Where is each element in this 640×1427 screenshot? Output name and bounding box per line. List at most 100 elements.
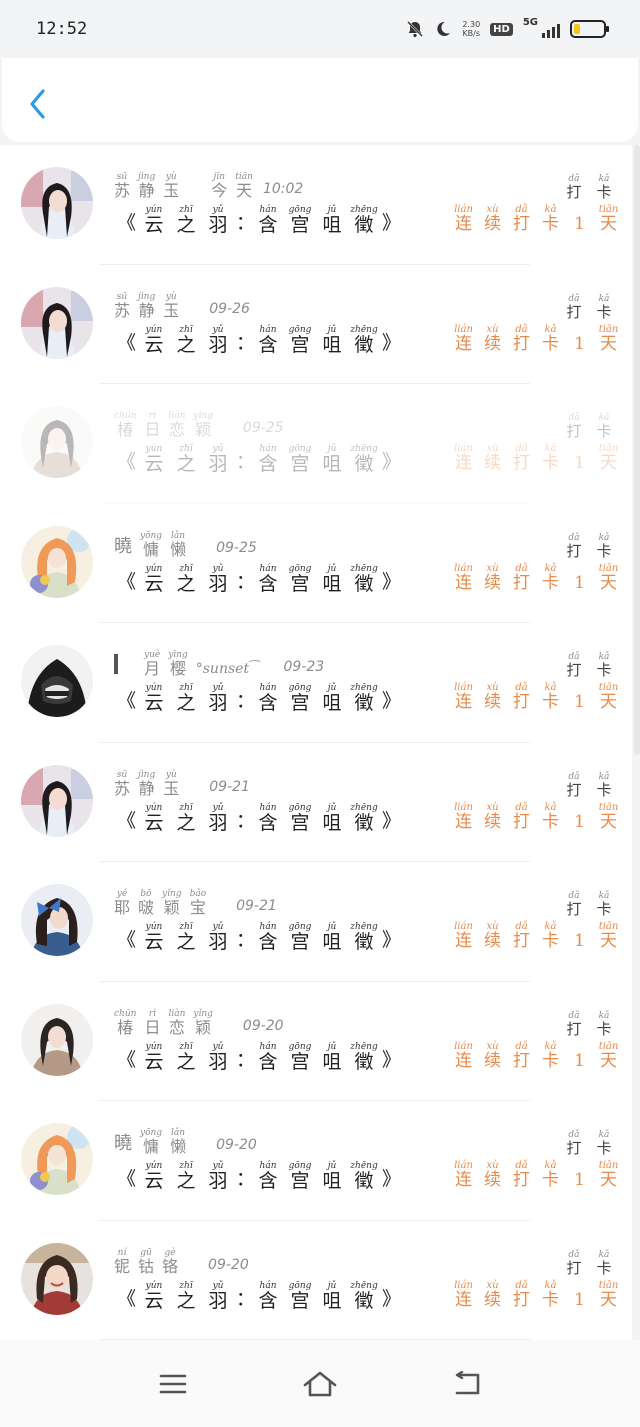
punch-button[interactable]: dǎ 打 kǎ 卡 — [564, 653, 614, 678]
title-char: yún 云 — [140, 803, 168, 833]
checkin-list[interactable]: sū 苏 jìng 静 yù 玉 jīn 今 tiān 天 10:02 《 yún 云 zhī 之 yǔ 羽： há… — [0, 145, 632, 1340]
hanzi: 之 — [176, 692, 196, 714]
title-colon: ： — [236, 570, 256, 593]
pinyin — [578, 325, 581, 335]
streak-label: lián 连 xù 续 dǎ 打 kǎ 卡 1 tiān 天 — [452, 324, 620, 353]
streak-label: lián 连 xù 续 dǎ 打 kǎ 卡 1 tiān 天 — [452, 1279, 620, 1310]
list-item[interactable]: chūn 椿 rì 日 liàn 恋 yǐng 颖 09-25 《 yún 云 zhī 之 yǔ 羽： hán 含… — [0, 384, 632, 504]
title-char: hán 含 — [254, 445, 282, 474]
list-item[interactable]: yuè 月 yīng 樱 °sunset ͡ 09-23 《 yún 云 zhī 之 yǔ 羽： hán 含… — [0, 623, 632, 743]
punch-button[interactable]: dǎ 打 kǎ 卡 — [564, 533, 614, 559]
pinyin: lián — [454, 562, 473, 574]
hanzi: 含 — [258, 1289, 278, 1312]
name-suffix: °sunset ͡ — [195, 661, 254, 677]
list-item[interactable]: 曉 yōng 慵 lǎn 懒 09-25 《 yún 云 zhī 之 yǔ 羽： hán 含 gōng 宫 jǔ 咀… — [0, 504, 632, 623]
streak-char: tiān 天 — [597, 1280, 620, 1309]
title-bracket-open: 《 — [117, 1168, 137, 1190]
title-char: hán 含 — [254, 803, 282, 833]
avatar[interactable] — [21, 764, 93, 837]
punch-button[interactable]: dǎ 打 kǎ 卡 — [564, 1011, 614, 1037]
punch-button[interactable]: dǎ 打 kǎ 卡 — [564, 294, 614, 320]
hanzi: 打 — [566, 1258, 582, 1277]
punch-button[interactable]: dǎ 打 kǎ 卡 — [564, 892, 614, 917]
title-char: yǔ 羽 — [204, 1042, 232, 1072]
streak-char: 1 — [568, 683, 591, 711]
hanzi: 打 — [513, 1050, 530, 1071]
hanzi: 含 — [258, 1170, 278, 1192]
home-icon[interactable] — [290, 1359, 350, 1409]
name-char: yǐng 颖 — [193, 412, 213, 438]
avatar[interactable] — [21, 1003, 93, 1076]
hanzi: 之 — [176, 453, 196, 475]
hanzi: 懒 — [170, 539, 187, 559]
punch-button[interactable]: dǎ 打 kǎ 卡 — [564, 772, 614, 798]
hanzi: 打 — [513, 1289, 530, 1310]
hanzi: 苏 — [114, 181, 131, 200]
streak-char: xù 续 — [481, 444, 504, 472]
post-time: 09-25 — [242, 420, 284, 436]
title-char: gōng 宫 — [286, 325, 314, 355]
avatar[interactable] — [21, 645, 93, 717]
avatar[interactable] — [21, 1242, 93, 1315]
pinyin: tiān — [598, 801, 619, 813]
list-item[interactable]: ní 铌 gū 钴 gè 铬 09-20 《 yún 云 zhī 之 yǔ 羽： hán 含 gōng 宫 jǔ 咀 z… — [0, 1221, 632, 1340]
post-time: 09-20 — [242, 1017, 284, 1034]
avatar[interactable] — [21, 525, 93, 598]
hanzi: 续 — [484, 931, 501, 951]
hanzi: 卡 — [596, 661, 612, 679]
title-bracket-close: 》 — [382, 1168, 402, 1190]
avatar[interactable] — [21, 406, 93, 478]
hanzi: 羽 — [208, 931, 228, 953]
hanzi: 续 — [484, 453, 501, 473]
status-icons: 2.30 KB/s HD 5G — [406, 17, 609, 38]
name-char: yù 玉 — [163, 173, 179, 199]
hanzi: 咀 — [322, 931, 342, 953]
hanzi: 云 — [144, 1289, 164, 1312]
list-item[interactable]: yé 耶 bō 啵 yǐng 颖 bǎo 宝 09-21 《 yún 云 zhī 之 yǔ 羽： hán 含 gōn… — [0, 862, 632, 982]
hanzi: 羽 — [208, 333, 228, 356]
hanzi: 之 — [176, 214, 196, 236]
hanzi: 打 — [513, 931, 530, 951]
streak-label: lián 连 xù 续 dǎ 打 kǎ 卡 1 tiān 天 — [452, 205, 620, 233]
hanzi: 徵 — [354, 214, 374, 236]
punch-char: kǎ 卡 — [594, 414, 614, 439]
avatar[interactable] — [21, 1123, 93, 1195]
streak-char: xù 续 — [481, 563, 504, 592]
avatar[interactable] — [21, 286, 93, 359]
list-item[interactable]: chūn 椿 rì 日 liàn 恋 yǐng 颖 09-20 《 yún 云 zhī 之 yǔ 羽： hán 含… — [0, 982, 632, 1101]
title-char: jǔ 咀 — [318, 564, 346, 594]
punch-button[interactable]: dǎ 打 kǎ 卡 — [564, 414, 614, 439]
pinyin: xù — [486, 1279, 499, 1291]
punch-button[interactable]: dǎ 打 kǎ 卡 — [564, 1250, 614, 1277]
title-char: yǔ 羽 — [204, 1281, 232, 1311]
list-item[interactable]: 曉 yōng 慵 lǎn 懒 09-20 《 yún 云 zhī 之 yǔ 羽： hán 含 gōng 宫 jǔ 咀… — [0, 1101, 632, 1221]
title-char: zhī 之 — [172, 445, 200, 474]
punch-button[interactable]: dǎ 打 kǎ 卡 — [564, 1131, 614, 1156]
hanzi: 打 — [566, 422, 582, 440]
streak-char: tiān 天 — [597, 683, 620, 711]
streak-char: lián 连 — [452, 444, 475, 472]
streak-char: 1 — [568, 1281, 591, 1309]
streak-char: kǎ 卡 — [539, 563, 562, 592]
name-prefix: 曉 — [114, 1133, 132, 1154]
list-item[interactable]: sū 苏 jìng 静 yù 玉 09-21 《 yún 云 zhī 之 yǔ 羽： hán 含 gōng 宫 jǔ… — [0, 743, 632, 862]
streak-char: xù 续 — [481, 1279, 504, 1309]
avatar[interactable] — [21, 167, 93, 239]
hanzi: 徵 — [354, 333, 374, 356]
list-item[interactable]: sū 苏 jìng 静 yù 玉 09-26 《 yún 云 zhī 之 yǔ 羽： hán 含 gōng 宫 jǔ… — [0, 265, 632, 384]
scrollbar[interactable] — [634, 145, 640, 755]
hanzi: 打 — [566, 661, 582, 679]
punch-button[interactable]: dǎ 打 kǎ 卡 — [564, 175, 614, 200]
list-item[interactable]: sū 苏 jìng 静 yù 玉 jīn 今 tiān 天 10:02 《 yún 云 zhī 之 yǔ 羽： há… — [0, 145, 632, 265]
hanzi: 天 — [600, 811, 617, 832]
hanzi: 连 — [455, 1170, 472, 1190]
pinyin: xù — [486, 801, 499, 813]
title-char: yún 云 — [140, 923, 168, 952]
avatar[interactable] — [21, 884, 93, 956]
chevron-left-icon[interactable] — [26, 86, 50, 122]
hanzi: 云 — [144, 333, 164, 356]
hanzi: 连 — [455, 811, 472, 832]
menu-icon[interactable] — [143, 1359, 203, 1409]
title-char: jǔ 咀 — [318, 1162, 346, 1191]
back-icon[interactable] — [437, 1359, 497, 1409]
